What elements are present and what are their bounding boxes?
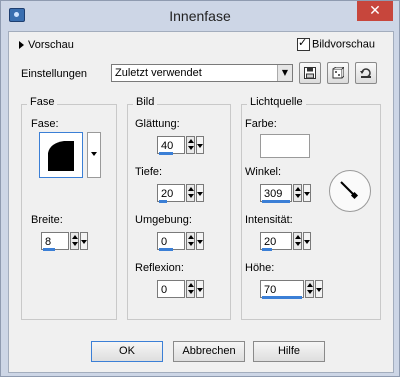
glaettung-label: Glättung: <box>135 118 180 130</box>
intensitaet-label: Intensität: <box>245 214 293 226</box>
intensitaet-slider-toggle[interactable] <box>303 232 311 250</box>
expand-arrow-icon <box>19 41 24 50</box>
intensitaet-input[interactable]: 20 <box>260 232 292 251</box>
close-button[interactable]: ✕ <box>357 1 393 21</box>
bild-group-title: Bild <box>133 96 158 108</box>
tiefe-level-bar <box>159 200 167 203</box>
reflexion-spinner[interactable]: 0 <box>157 280 213 300</box>
hoehe-spinner[interactable]: 70 <box>260 280 323 300</box>
lichtquelle-group-title: Lichtquelle <box>247 96 306 108</box>
breite-input[interactable]: 8 <box>41 232 69 251</box>
intensitaet-spinner[interactable]: 20 <box>260 232 322 252</box>
intensitaet-stepper[interactable] <box>293 232 302 250</box>
bevel-shape-icon <box>48 141 74 171</box>
dialog-client: Vorschau Bildvorschau Einstellungen Zule… <box>8 31 394 373</box>
umgebung-label: Umgebung: <box>135 214 192 226</box>
glaettung-level-bar <box>159 152 173 155</box>
winkel-slider-toggle[interactable] <box>303 184 311 202</box>
dice-icon <box>332 65 346 79</box>
cancel-button[interactable]: Abbrechen <box>173 341 245 362</box>
settings-label: Einstellungen <box>21 68 88 80</box>
settings-dropdown[interactable]: Zuletzt verwendet ▼ <box>111 64 293 82</box>
tiefe-input[interactable]: 20 <box>157 184 185 203</box>
hoehe-stepper[interactable] <box>305 280 314 298</box>
tiefe-slider-toggle[interactable] <box>196 184 204 202</box>
glaettung-input[interactable]: 40 <box>157 136 185 155</box>
umgebung-slider-toggle[interactable] <box>196 232 204 250</box>
preview-toggle[interactable]: Vorschau <box>19 39 74 51</box>
umgebung-stepper[interactable] <box>186 232 195 250</box>
random-button[interactable] <box>327 62 349 84</box>
hoehe-input[interactable]: 70 <box>260 280 304 299</box>
winkel-input[interactable]: 309 <box>260 184 292 203</box>
checkbox-checked-icon[interactable] <box>297 36 310 51</box>
title-bar[interactable]: Innenfase ✕ <box>1 1 399 31</box>
bevel-shape-preview[interactable] <box>39 132 83 178</box>
ok-button[interactable]: OK <box>91 341 163 362</box>
chevron-down-icon[interactable]: ▼ <box>277 65 292 81</box>
window-title: Innenfase <box>169 8 231 24</box>
preview-label: Vorschau <box>28 39 74 51</box>
chevron-down-icon <box>91 152 97 156</box>
bevel-shape-dropdown[interactable] <box>87 132 101 178</box>
angle-dial[interactable] <box>329 170 371 212</box>
image-preview-checkbox[interactable]: Bildvorschau <box>297 36 375 51</box>
reflexion-input[interactable]: 0 <box>157 280 185 298</box>
reset-icon <box>360 67 372 79</box>
umgebung-level-bar <box>159 248 173 251</box>
breite-slider-toggle[interactable] <box>80 232 88 250</box>
save-preset-icon <box>304 67 316 79</box>
save-preset-button[interactable] <box>299 62 321 84</box>
glaettung-spinner[interactable]: 40 <box>157 136 213 156</box>
glaettung-stepper[interactable] <box>186 136 195 154</box>
reflexion-label: Reflexion: <box>135 262 184 274</box>
breite-stepper[interactable] <box>70 232 79 250</box>
hoehe-label: Höhe: <box>245 262 275 274</box>
reflexion-slider-toggle[interactable] <box>196 280 204 298</box>
image-preview-label: Bildvorschau <box>312 38 375 51</box>
winkel-spinner[interactable]: 309 <box>260 184 322 204</box>
winkel-level-bar <box>262 200 290 203</box>
dialog-window: Innenfase ✕ Vorschau Bildvorschau Einste… <box>0 0 400 377</box>
umgebung-input[interactable]: 0 <box>157 232 185 251</box>
glaettung-slider-toggle[interactable] <box>196 136 204 154</box>
tiefe-spinner[interactable]: 20 <box>157 184 213 204</box>
reflexion-stepper[interactable] <box>186 280 195 298</box>
intensitaet-level-bar <box>262 248 272 251</box>
light-color-swatch[interactable] <box>260 134 310 158</box>
breite-spinner[interactable]: 8 <box>41 232 97 252</box>
farbe-label: Farbe: <box>245 118 277 130</box>
reset-button[interactable] <box>355 62 377 84</box>
umgebung-spinner[interactable]: 0 <box>157 232 213 252</box>
tiefe-stepper[interactable] <box>186 184 195 202</box>
fase-group-title: Fase <box>27 96 58 108</box>
angle-needle-icon <box>340 181 359 200</box>
winkel-label: Winkel: <box>245 166 282 178</box>
help-button[interactable]: Hilfe <box>253 341 325 362</box>
hoehe-level-bar <box>262 296 302 299</box>
hoehe-slider-toggle[interactable] <box>315 280 323 298</box>
fase-label: Fase: <box>31 118 59 130</box>
breite-level-bar <box>43 248 55 251</box>
winkel-stepper[interactable] <box>293 184 302 202</box>
breite-label: Breite: <box>31 214 63 226</box>
tiefe-label: Tiefe: <box>135 166 163 178</box>
settings-value: Zuletzt verwendet <box>115 67 202 79</box>
